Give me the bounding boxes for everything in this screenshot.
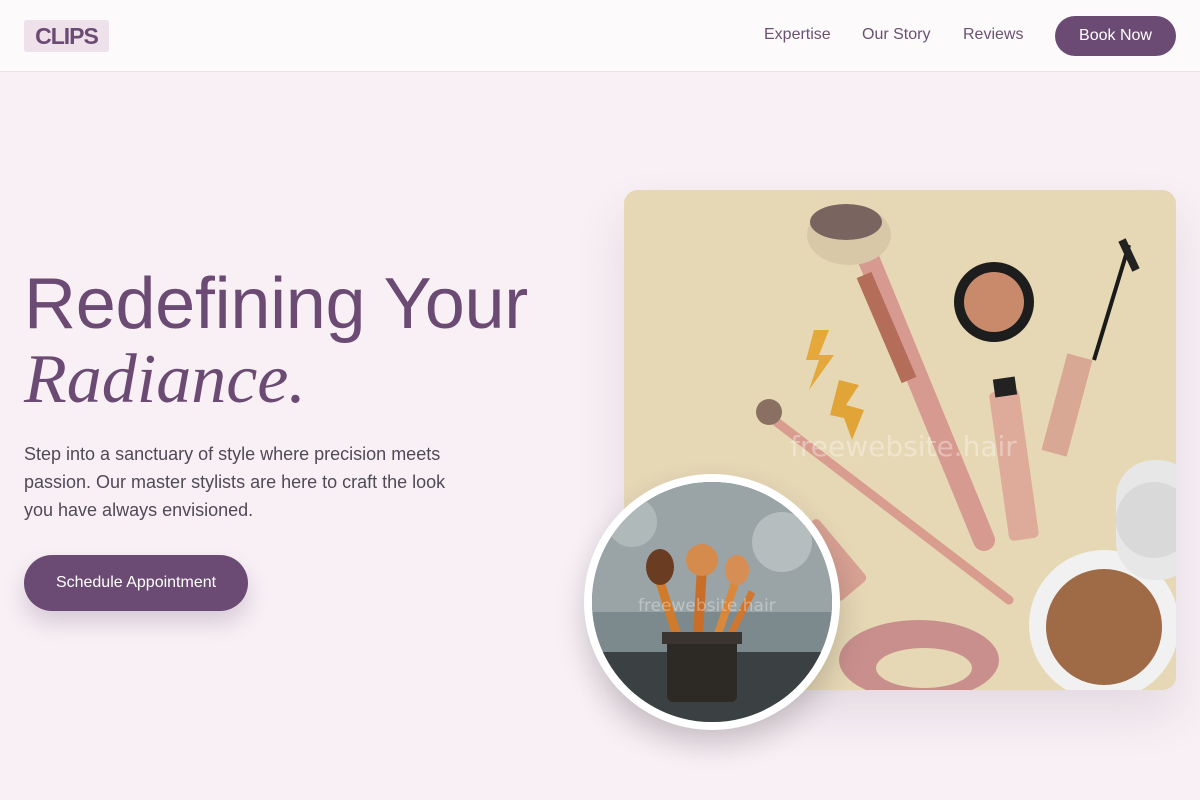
hero-heading-line-1: Redefining Your [24, 264, 528, 344]
site-logo[interactable]: CLIPS [24, 20, 109, 52]
schedule-appointment-button[interactable]: Schedule Appointment [24, 555, 248, 611]
nav-link-expertise[interactable]: Expertise [764, 26, 831, 44]
brush-cup-photo [592, 482, 832, 722]
nav-link-reviews[interactable]: Reviews [963, 26, 1023, 44]
cream-jar [954, 262, 1034, 342]
book-now-button[interactable]: Book Now [1055, 16, 1176, 56]
hero-heading-line-2: Radiance. [24, 341, 306, 418]
hero-heading: Redefining Your Radiance. [24, 266, 528, 418]
brush-cup-photo-frame [584, 474, 840, 730]
nav-link-our-story[interactable]: Our Story [862, 26, 930, 44]
top-navigation-bar: CLIPS Expertise Our Story Reviews Book N… [0, 0, 1200, 72]
hero-description: Step into a sanctuary of style where pre… [24, 444, 446, 520]
